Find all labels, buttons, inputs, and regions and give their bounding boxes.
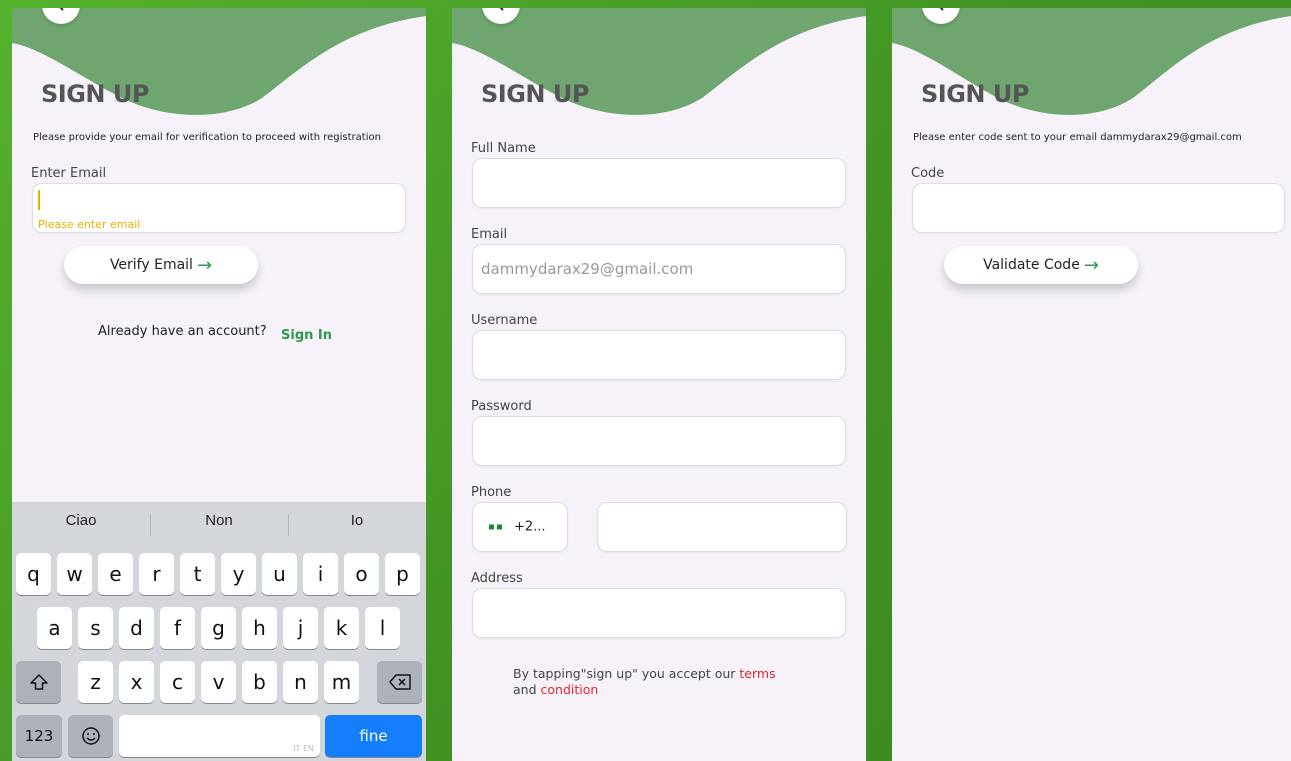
validate-code-button[interactable]: Validate Code → bbox=[944, 246, 1138, 284]
back-arrow-icon bbox=[59, 8, 64, 11]
key[interactable]: u bbox=[262, 553, 297, 595]
key[interactable]: m bbox=[324, 661, 359, 703]
key[interactable]: q bbox=[16, 553, 51, 595]
email-error: Please enter email bbox=[38, 218, 141, 231]
email-label: Email bbox=[471, 227, 508, 242]
back-arrow-icon bbox=[939, 8, 944, 11]
key[interactable]: y bbox=[221, 553, 256, 595]
full-name-field[interactable] bbox=[472, 158, 846, 208]
key[interactable]: i bbox=[303, 553, 338, 595]
phone-number-field[interactable] bbox=[597, 502, 847, 552]
key[interactable]: p bbox=[385, 553, 420, 595]
backspace-icon bbox=[388, 674, 411, 690]
key[interactable]: e bbox=[98, 553, 133, 595]
key[interactable]: a bbox=[37, 607, 72, 649]
have-account-text: Already have an account? bbox=[98, 324, 267, 339]
page-title: SIGN UP bbox=[41, 80, 149, 108]
validate-code-label: Validate Code bbox=[983, 257, 1080, 273]
page-title: SIGN UP bbox=[921, 80, 1029, 108]
code-field[interactable] bbox=[912, 183, 1285, 233]
verify-email-button[interactable]: Verify Email → bbox=[64, 246, 258, 284]
key[interactable]: n bbox=[283, 661, 318, 703]
keyboard: Ciao Non Io q w e r t y u i o p a s d f … bbox=[12, 502, 426, 761]
space-key[interactable]: IT EN bbox=[119, 715, 320, 757]
key[interactable]: v bbox=[201, 661, 236, 703]
return-key[interactable]: fine bbox=[325, 715, 422, 757]
key[interactable]: b bbox=[242, 661, 277, 703]
shift-icon bbox=[29, 674, 48, 690]
country-code-value: +2... bbox=[514, 519, 546, 535]
password-field[interactable] bbox=[472, 416, 846, 466]
validate-code-screen: SIGN UP Please enter code sent to your e… bbox=[892, 8, 1291, 761]
key[interactable]: g bbox=[201, 607, 236, 649]
key[interactable]: h bbox=[242, 607, 277, 649]
code-label: Code bbox=[911, 166, 945, 181]
numbers-key[interactable]: 123 bbox=[16, 715, 62, 757]
arrow-right-icon: → bbox=[1083, 254, 1099, 276]
arrow-right-icon: → bbox=[196, 254, 213, 276]
terms-and: and bbox=[513, 682, 541, 697]
key[interactable]: r bbox=[139, 553, 174, 595]
key[interactable]: x bbox=[119, 661, 154, 703]
key[interactable]: w bbox=[57, 553, 92, 595]
text-cursor bbox=[38, 190, 40, 210]
key[interactable]: s bbox=[78, 607, 113, 649]
condition-link[interactable]: condition bbox=[541, 682, 599, 697]
key[interactable]: z bbox=[78, 661, 113, 703]
terms-text: By tapping"sign up" you accept our terms… bbox=[513, 666, 776, 698]
address-label: Address bbox=[471, 571, 523, 586]
info-text: Please enter code sent to your email dam… bbox=[913, 132, 1242, 143]
key[interactable]: k bbox=[324, 607, 359, 649]
phone-label: Phone bbox=[471, 485, 512, 500]
backspace-key[interactable] bbox=[377, 661, 422, 703]
password-label: Password bbox=[471, 399, 532, 414]
username-label: Username bbox=[471, 313, 538, 328]
key[interactable]: d bbox=[119, 607, 154, 649]
terms-prefix: By tapping"sign up" you accept our bbox=[513, 666, 740, 681]
page-title: SIGN UP bbox=[481, 80, 589, 108]
address-field[interactable] bbox=[472, 588, 846, 638]
suggestion-2[interactable]: Non bbox=[150, 512, 288, 529]
email-field[interactable]: dammydarax29@gmail.com bbox=[472, 244, 846, 294]
email-label: Enter Email bbox=[31, 166, 107, 181]
info-text: Please provide your email for verificati… bbox=[33, 132, 381, 143]
suggestion-1[interactable]: Ciao bbox=[12, 512, 150, 529]
shift-key[interactable] bbox=[16, 661, 61, 703]
suggestion-3[interactable]: Io bbox=[288, 512, 426, 529]
key[interactable]: c bbox=[160, 661, 195, 703]
key[interactable]: f bbox=[160, 607, 195, 649]
flag-icon bbox=[497, 524, 502, 530]
back-arrow-icon bbox=[499, 8, 504, 11]
flag-icon bbox=[489, 524, 494, 530]
emoji-key[interactable] bbox=[68, 715, 113, 757]
username-field[interactable] bbox=[472, 330, 846, 380]
signup-email-screen: SIGN UP Please provide your email for ve… bbox=[12, 8, 426, 761]
key[interactable]: t bbox=[180, 553, 215, 595]
full-name-label: Full Name bbox=[471, 141, 536, 156]
terms-link[interactable]: terms bbox=[739, 666, 775, 681]
country-code-select[interactable]: +2... bbox=[472, 502, 568, 552]
email-value: dammydarax29@gmail.com bbox=[481, 260, 694, 278]
key[interactable]: o bbox=[344, 553, 379, 595]
key[interactable]: j bbox=[283, 607, 318, 649]
space-language-hint: IT EN bbox=[293, 744, 314, 753]
country-code-display: +2... bbox=[489, 520, 546, 535]
key[interactable]: l bbox=[365, 607, 400, 649]
signup-details-screen: SIGN UP Full Name Email dammydarax29@gma… bbox=[452, 8, 866, 761]
emoji-icon bbox=[81, 727, 100, 745]
verify-email-label: Verify Email bbox=[109, 257, 193, 273]
sign-in-link[interactable]: Sign In bbox=[281, 328, 332, 343]
email-field[interactable]: Please enter email bbox=[32, 183, 406, 233]
